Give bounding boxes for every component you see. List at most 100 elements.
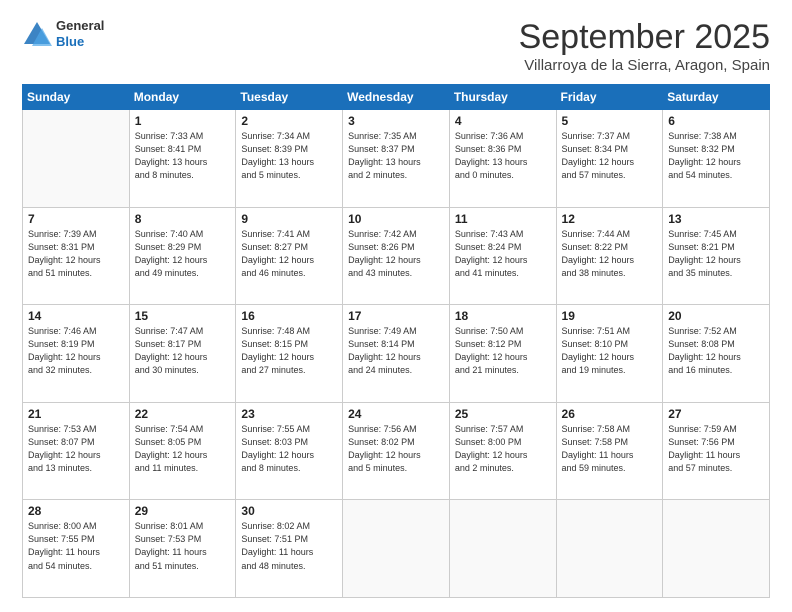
calendar-cell: 4 Sunrise: 7:36 AM Sunset: 8:36 PM Daylig… bbox=[449, 110, 556, 208]
logo-text: General Blue bbox=[56, 18, 104, 49]
day-info: Sunrise: 7:55 AM Sunset: 8:03 PM Dayligh… bbox=[241, 423, 337, 475]
calendar-cell: 7Sunrise: 7:39 AM Sunset: 8:31 PM Daylig… bbox=[23, 207, 130, 305]
calendar-table: Sunday Monday Tuesday Wednesday Thursday… bbox=[22, 84, 770, 598]
calendar-cell: 20 Sunrise: 7:52 AM Sunset: 8:08 PM Dayli… bbox=[663, 305, 770, 403]
month-title: September 2025 bbox=[519, 18, 770, 57]
day-number: 11 bbox=[455, 212, 551, 226]
day-info: Sunrise: 7:53 AM Sunset: 8:07 PM Dayligh… bbox=[28, 423, 124, 475]
calendar-cell: 18 Sunrise: 7:50 AM Sunset: 8:12 PM Dayli… bbox=[449, 305, 556, 403]
header: General Blue September 2025 Villarroya d… bbox=[22, 18, 770, 74]
calendar-cell: 19 Sunrise: 7:51 AM Sunset: 8:10 PM Dayli… bbox=[556, 305, 663, 403]
calendar-cell: 14 Sunrise: 7:46 AM Sunset: 8:19 PM Dayli… bbox=[23, 305, 130, 403]
day-info: Sunrise: 7:34 AM Sunset: 8:39 PM Dayligh… bbox=[241, 130, 337, 182]
day-info: Sunrise: 7:40 AM Sunset: 8:29 PM Dayligh… bbox=[135, 228, 231, 280]
day-info: Sunrise: 7:38 AM Sunset: 8:32 PM Dayligh… bbox=[668, 130, 764, 182]
day-info: Sunrise: 7:35 AM Sunset: 8:37 PM Dayligh… bbox=[348, 130, 444, 182]
day-number: 29 bbox=[135, 504, 231, 518]
day-number: 21 bbox=[28, 407, 124, 421]
calendar-cell: 29 Sunrise: 8:01 AM Sunset: 7:53 PM Dayli… bbox=[129, 500, 236, 598]
calendar-cell: 13Sunrise: 7:45 AM Sunset: 8:21 PM Dayli… bbox=[663, 207, 770, 305]
day-info: Sunrise: 7:46 AM Sunset: 8:19 PM Dayligh… bbox=[28, 325, 124, 377]
calendar-week-4: 28Sunrise: 8:00 AM Sunset: 7:55 PM Dayli… bbox=[23, 500, 770, 598]
calendar-cell: 8 Sunrise: 7:40 AM Sunset: 8:29 PM Daylig… bbox=[129, 207, 236, 305]
title-block: September 2025 Villarroya de la Sierra, … bbox=[519, 18, 770, 74]
day-number: 20 bbox=[668, 309, 764, 323]
logo: General Blue bbox=[22, 18, 104, 49]
day-info: Sunrise: 7:44 AM Sunset: 8:22 PM Dayligh… bbox=[562, 228, 658, 280]
day-number: 5 bbox=[562, 114, 658, 128]
calendar-cell bbox=[663, 500, 770, 598]
col-sunday: Sunday bbox=[23, 85, 130, 110]
calendar-cell: 3Sunrise: 7:35 AM Sunset: 8:37 PM Daylig… bbox=[343, 110, 450, 208]
day-number: 25 bbox=[455, 407, 551, 421]
day-info: Sunrise: 7:59 AM Sunset: 7:56 PM Dayligh… bbox=[668, 423, 764, 475]
calendar-cell: 12 Sunrise: 7:44 AM Sunset: 8:22 PM Dayli… bbox=[556, 207, 663, 305]
day-number: 22 bbox=[135, 407, 231, 421]
location: Villarroya de la Sierra, Aragon, Spain bbox=[519, 57, 770, 74]
day-info: Sunrise: 7:58 AM Sunset: 7:58 PM Dayligh… bbox=[562, 423, 658, 475]
day-info: Sunrise: 7:42 AM Sunset: 8:26 PM Dayligh… bbox=[348, 228, 444, 280]
day-number: 17 bbox=[348, 309, 444, 323]
day-info: Sunrise: 7:51 AM Sunset: 8:10 PM Dayligh… bbox=[562, 325, 658, 377]
day-info: Sunrise: 7:50 AM Sunset: 8:12 PM Dayligh… bbox=[455, 325, 551, 377]
calendar-week-3: 21 Sunrise: 7:53 AM Sunset: 8:07 PM Dayli… bbox=[23, 402, 770, 500]
day-number: 1 bbox=[135, 114, 231, 128]
col-thursday: Thursday bbox=[449, 85, 556, 110]
calendar-cell: 21 Sunrise: 7:53 AM Sunset: 8:07 PM Dayli… bbox=[23, 402, 130, 500]
calendar-cell: 25 Sunrise: 7:57 AM Sunset: 8:00 PM Dayli… bbox=[449, 402, 556, 500]
day-number: 8 bbox=[135, 212, 231, 226]
calendar-week-1: 7Sunrise: 7:39 AM Sunset: 8:31 PM Daylig… bbox=[23, 207, 770, 305]
day-number: 10 bbox=[348, 212, 444, 226]
calendar-week-2: 14 Sunrise: 7:46 AM Sunset: 8:19 PM Dayli… bbox=[23, 305, 770, 403]
calendar-cell bbox=[556, 500, 663, 598]
col-wednesday: Wednesday bbox=[343, 85, 450, 110]
day-info: Sunrise: 8:01 AM Sunset: 7:53 PM Dayligh… bbox=[135, 520, 231, 572]
day-number: 16 bbox=[241, 309, 337, 323]
calendar-cell: 2Sunrise: 7:34 AM Sunset: 8:39 PM Daylig… bbox=[236, 110, 343, 208]
calendar-cell: 28Sunrise: 8:00 AM Sunset: 7:55 PM Dayli… bbox=[23, 500, 130, 598]
calendar-week-0: 1 Sunrise: 7:33 AM Sunset: 8:41 PM Daylig… bbox=[23, 110, 770, 208]
calendar-cell: 16 Sunrise: 7:48 AM Sunset: 8:15 PM Dayli… bbox=[236, 305, 343, 403]
day-number: 26 bbox=[562, 407, 658, 421]
col-monday: Monday bbox=[129, 85, 236, 110]
calendar-header-row: Sunday Monday Tuesday Wednesday Thursday… bbox=[23, 85, 770, 110]
day-number: 9 bbox=[241, 212, 337, 226]
calendar-cell: 26 Sunrise: 7:58 AM Sunset: 7:58 PM Dayli… bbox=[556, 402, 663, 500]
day-info: Sunrise: 7:48 AM Sunset: 8:15 PM Dayligh… bbox=[241, 325, 337, 377]
day-info: Sunrise: 7:49 AM Sunset: 8:14 PM Dayligh… bbox=[348, 325, 444, 377]
day-number: 4 bbox=[455, 114, 551, 128]
day-number: 23 bbox=[241, 407, 337, 421]
day-info: Sunrise: 7:52 AM Sunset: 8:08 PM Dayligh… bbox=[668, 325, 764, 377]
day-number: 12 bbox=[562, 212, 658, 226]
calendar-cell: 6Sunrise: 7:38 AM Sunset: 8:32 PM Daylig… bbox=[663, 110, 770, 208]
calendar-cell: 17 Sunrise: 7:49 AM Sunset: 8:14 PM Dayli… bbox=[343, 305, 450, 403]
day-info: Sunrise: 7:54 AM Sunset: 8:05 PM Dayligh… bbox=[135, 423, 231, 475]
calendar-cell: 24 Sunrise: 7:56 AM Sunset: 8:02 PM Dayli… bbox=[343, 402, 450, 500]
page: General Blue September 2025 Villarroya d… bbox=[0, 0, 792, 612]
day-number: 19 bbox=[562, 309, 658, 323]
calendar-cell: 1 Sunrise: 7:33 AM Sunset: 8:41 PM Daylig… bbox=[129, 110, 236, 208]
calendar-cell: 27Sunrise: 7:59 AM Sunset: 7:56 PM Dayli… bbox=[663, 402, 770, 500]
logo-icon bbox=[22, 20, 52, 48]
col-tuesday: Tuesday bbox=[236, 85, 343, 110]
day-info: Sunrise: 7:56 AM Sunset: 8:02 PM Dayligh… bbox=[348, 423, 444, 475]
day-info: Sunrise: 7:57 AM Sunset: 8:00 PM Dayligh… bbox=[455, 423, 551, 475]
day-info: Sunrise: 7:47 AM Sunset: 8:17 PM Dayligh… bbox=[135, 325, 231, 377]
day-info: Sunrise: 7:36 AM Sunset: 8:36 PM Dayligh… bbox=[455, 130, 551, 182]
day-number: 15 bbox=[135, 309, 231, 323]
day-number: 18 bbox=[455, 309, 551, 323]
day-number: 24 bbox=[348, 407, 444, 421]
calendar-cell: 15 Sunrise: 7:47 AM Sunset: 8:17 PM Dayli… bbox=[129, 305, 236, 403]
calendar-cell: 22 Sunrise: 7:54 AM Sunset: 8:05 PM Dayli… bbox=[129, 402, 236, 500]
day-info: Sunrise: 7:43 AM Sunset: 8:24 PM Dayligh… bbox=[455, 228, 551, 280]
day-info: Sunrise: 8:00 AM Sunset: 7:55 PM Dayligh… bbox=[28, 520, 124, 572]
calendar-cell: 30Sunrise: 8:02 AM Sunset: 7:51 PM Dayli… bbox=[236, 500, 343, 598]
day-info: Sunrise: 7:33 AM Sunset: 8:41 PM Dayligh… bbox=[135, 130, 231, 182]
day-info: Sunrise: 7:41 AM Sunset: 8:27 PM Dayligh… bbox=[241, 228, 337, 280]
col-friday: Friday bbox=[556, 85, 663, 110]
col-saturday: Saturday bbox=[663, 85, 770, 110]
day-number: 14 bbox=[28, 309, 124, 323]
calendar-cell bbox=[449, 500, 556, 598]
day-info: Sunrise: 7:39 AM Sunset: 8:31 PM Dayligh… bbox=[28, 228, 124, 280]
day-number: 30 bbox=[241, 504, 337, 518]
